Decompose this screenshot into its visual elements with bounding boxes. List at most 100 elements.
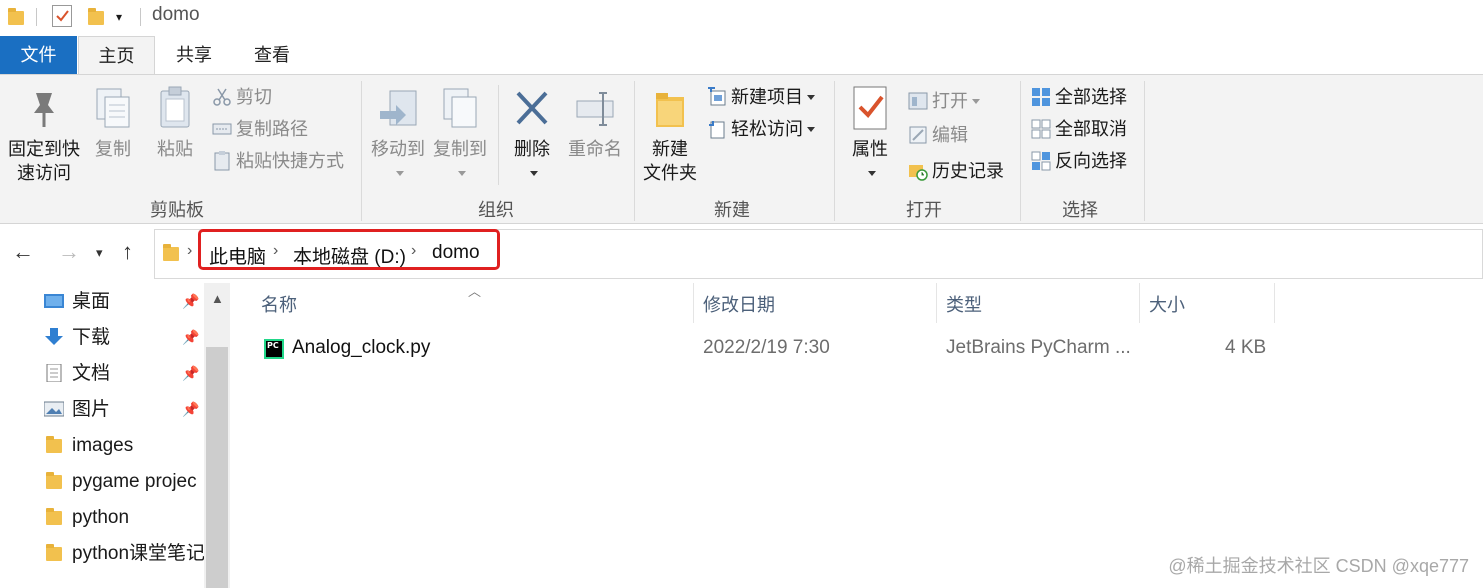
move-to-button[interactable]: 移动到	[368, 85, 428, 185]
select-all-icon	[1031, 87, 1051, 107]
easy-access-button[interactable]: 轻松访问	[707, 115, 815, 143]
open-label: 打开	[932, 91, 968, 111]
scroll-up-icon[interactable]: ▲	[211, 291, 224, 306]
back-arrow-icon[interactable]: ←	[12, 239, 34, 265]
invert-selection-icon	[1031, 151, 1051, 171]
paste-button[interactable]: 粘贴	[152, 85, 198, 161]
pin-icon[interactable]: 📌	[182, 293, 199, 310]
invert-selection-button[interactable]: 反向选择	[1031, 147, 1127, 175]
invert-selection-label: 反向选择	[1055, 151, 1127, 171]
scissors-icon	[212, 87, 232, 107]
new-item-button[interactable]: 新建项目	[707, 83, 815, 111]
nav-item-pictures[interactable]: 图片	[44, 395, 204, 425]
history-button[interactable]: 历史记录	[908, 157, 1004, 185]
forward-arrow-icon[interactable]: →	[58, 239, 80, 265]
scrollbar-thumb[interactable]	[206, 347, 228, 588]
copy-path-label: 复制路径	[236, 119, 308, 139]
new-folder-button[interactable]: 新建 文件夹	[642, 85, 698, 185]
cut-label: 剪切	[236, 87, 272, 107]
select-none-button[interactable]: 全部取消	[1031, 115, 1127, 143]
copy-to-button[interactable]: 复制到	[430, 85, 490, 185]
pin-icon	[22, 85, 66, 131]
cut-button[interactable]: 剪切	[212, 83, 272, 111]
easy-access-icon	[707, 119, 727, 139]
rename-button[interactable]: 重命名	[566, 85, 624, 161]
copy-button[interactable]: 复制	[90, 85, 136, 161]
new-folder-quick-icon[interactable]	[86, 6, 104, 26]
column-header-type[interactable]: 类型	[946, 291, 982, 317]
watermark: @稀土掘金技术社区 CSDN @xqe777	[1168, 556, 1469, 576]
new-item-label: 新建项目	[731, 87, 803, 107]
column-header-name[interactable]: 名称	[261, 291, 297, 317]
copy-icon	[91, 85, 135, 131]
copy-path-icon	[212, 119, 232, 139]
new-folder-icon	[648, 85, 692, 131]
delete-label: 删除	[514, 139, 550, 159]
nav-item-images[interactable]: images	[44, 431, 204, 461]
divider	[634, 81, 635, 221]
select-all-label: 全部选择	[1055, 87, 1127, 107]
select-none-label: 全部取消	[1055, 119, 1127, 139]
divider	[498, 85, 499, 185]
delete-button[interactable]: 删除	[508, 85, 556, 185]
folder-icon	[6, 6, 24, 26]
edit-label: 编辑	[932, 125, 968, 145]
pin-icon[interactable]: 📌	[182, 365, 199, 382]
divider	[36, 8, 37, 26]
move-to-icon	[376, 85, 420, 131]
group-label-new: 新建	[714, 200, 750, 220]
paste-shortcut-icon	[212, 151, 232, 171]
chevron-right-icon[interactable]: ›	[187, 242, 192, 260]
clipboard-icon	[153, 85, 197, 131]
picture-icon	[44, 398, 65, 417]
divider	[361, 81, 362, 221]
nav-item-desktop[interactable]: 桌面	[44, 287, 204, 317]
paste-shortcut-button[interactable]: 粘贴快捷方式	[212, 147, 344, 175]
pycharm-file-icon: PC	[264, 339, 284, 359]
nav-item-downloads[interactable]: 下载	[44, 323, 204, 353]
tab-home[interactable]: 主页	[78, 36, 155, 75]
group-label-organize: 组织	[478, 200, 514, 220]
copy-path-button[interactable]: 复制路径	[212, 115, 308, 143]
pin-quick-access-button[interactable]: 固定到快 速访问	[6, 85, 82, 185]
nav-item-pygame-projects[interactable]: pygame projec	[44, 467, 204, 497]
column-divider[interactable]	[1274, 283, 1275, 323]
properties-label: 属性	[852, 139, 888, 159]
edit-button[interactable]: 编辑	[908, 121, 968, 149]
column-divider[interactable]	[936, 283, 937, 323]
pin-icon[interactable]: 📌	[182, 401, 199, 418]
divider	[834, 81, 835, 221]
tab-share[interactable]: 共享	[160, 36, 228, 74]
nav-item-python-notes[interactable]: python课堂笔记	[44, 539, 204, 569]
tab-file[interactable]: 文件	[0, 36, 77, 74]
nav-scrollbar[interactable]: ▲	[204, 283, 230, 588]
column-divider[interactable]	[1139, 283, 1140, 323]
tab-view[interactable]: 查看	[238, 36, 306, 74]
group-label-select: 选择	[1062, 200, 1098, 220]
recent-locations-chevron-icon[interactable]: ▾	[96, 245, 103, 261]
address-highlight-box	[198, 229, 500, 270]
pin-icon[interactable]: 📌	[182, 329, 199, 346]
properties-button[interactable]: 属性	[846, 85, 894, 185]
folder-icon	[44, 508, 64, 526]
select-all-button[interactable]: 全部选择	[1031, 83, 1127, 111]
paste-label: 粘贴	[157, 139, 193, 159]
divider	[1144, 81, 1145, 221]
rename-icon	[573, 85, 617, 131]
up-arrow-icon[interactable]: ↑	[122, 239, 133, 265]
copy-label: 复制	[95, 139, 131, 159]
move-to-label: 移动到	[371, 139, 425, 159]
nav-item-documents[interactable]: 文档	[44, 359, 204, 389]
properties-quick-icon[interactable]	[52, 5, 72, 27]
navigation-pane: 桌面 📌 下载 📌 文档 📌 图片 📌 images pygame projec…	[0, 283, 230, 588]
column-header-size[interactable]: 大小	[1149, 291, 1185, 317]
paste-shortcut-label: 粘贴快捷方式	[236, 151, 344, 171]
open-button[interactable]: 打开	[908, 87, 980, 115]
column-header-modified[interactable]: 修改日期	[703, 291, 775, 317]
file-size: 4 KB	[1225, 337, 1267, 358]
column-divider[interactable]	[693, 283, 694, 323]
copy-to-label: 复制到	[433, 139, 487, 159]
customize-toolbar-icon[interactable]: ▾	[116, 10, 122, 24]
folder-icon	[44, 472, 64, 490]
nav-item-python[interactable]: python	[44, 503, 204, 533]
